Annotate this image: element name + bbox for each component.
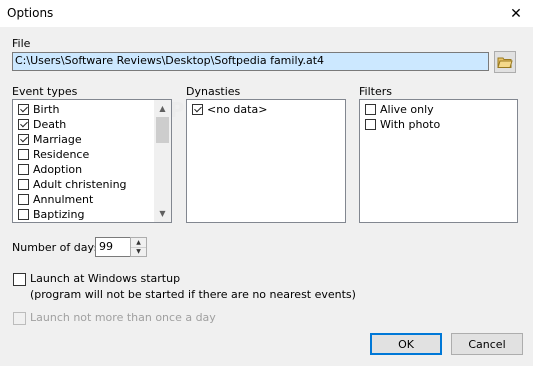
folder-open-icon [497,57,513,68]
event-type-item-label: Baptizing [33,208,85,221]
filters-label: Filters [359,85,392,98]
launch-once-a-day-label: Launch not more than once a day [30,311,216,324]
spin-down-icon[interactable]: ▼ [131,247,146,256]
scroll-up-arrow-icon[interactable]: ▲ [154,100,171,117]
event-type-item-checkbox[interactable] [18,179,29,190]
event-type-item-checkbox[interactable] [18,194,29,205]
number-of-days-label: Number of days: [12,241,104,254]
event-type-item[interactable]: Adult christening [13,177,154,192]
dynasty-item-label: <no data> [207,103,268,116]
event-type-item[interactable]: Death [13,117,154,132]
launch-at-startup-note: (program will not be started if there ar… [30,288,356,301]
event-type-item-checkbox[interactable] [18,104,29,115]
dynasty-item-checkbox[interactable] [192,104,203,115]
ok-button[interactable]: OK [370,333,442,355]
launch-at-startup-label: Launch at Windows startup [30,272,181,285]
event-type-item-label: Marriage [33,133,82,146]
launch-at-startup-checkbox[interactable]: Launch at Windows startup [13,272,413,288]
close-button[interactable]: ✕ [499,0,533,27]
launch-once-a-day-box[interactable] [13,312,26,325]
filter-item-label: With photo [380,118,441,131]
event-type-item[interactable]: Birth [13,102,154,117]
filter-item[interactable]: With photo [360,117,517,132]
event-type-item-checkbox[interactable] [18,164,29,175]
event-type-item-checkbox[interactable] [18,119,29,130]
launch-once-a-day-checkbox[interactable]: Launch not more than once a day [13,311,313,327]
event-type-item-checkbox[interactable] [18,209,29,220]
event-type-item-label: Death [33,118,67,131]
filter-item-checkbox[interactable] [365,104,376,115]
filter-item-checkbox[interactable] [365,119,376,130]
event-type-item-label: Residence [33,148,90,161]
event-type-item-label: Adult christening [33,178,127,191]
filter-item-label: Alive only [380,103,434,116]
event-type-item-checkbox[interactable] [18,134,29,145]
event-type-item-label: Adoption [33,163,83,176]
event-type-item-label: Birth [33,103,60,116]
event-types-label: Event types [12,85,78,98]
window-title: Options [7,6,54,20]
filters-list[interactable]: Alive only With photo [359,99,518,223]
event-type-item[interactable]: Marriage [13,132,154,147]
number-of-days-spinner[interactable]: ▲ ▼ [130,237,147,257]
dynasties-label: Dynasties [186,85,241,98]
event-types-list[interactable]: Birth Death Marriage Residence Adoption Adult… [12,99,172,223]
file-label: File [12,37,31,50]
cancel-button[interactable]: Cancel [451,333,523,355]
dynasty-item[interactable]: <no data> [187,102,345,117]
event-type-item-checkbox[interactable] [18,149,29,160]
event-type-item-label: Annulment [33,193,94,206]
event-type-item[interactable]: Adoption [13,162,154,177]
close-icon: ✕ [510,5,522,22]
scrollbar-thumb[interactable] [156,117,169,143]
event-types-scrollbar[interactable]: ▲ ▼ [154,100,171,222]
event-type-item[interactable]: Baptizing [13,207,154,222]
dynasties-list[interactable]: <no data> [186,99,346,223]
browse-button[interactable] [494,51,516,73]
number-of-days-input[interactable]: 99 [95,237,131,257]
filter-item[interactable]: Alive only [360,102,517,117]
event-type-item[interactable]: Annulment [13,192,154,207]
title-bar: Options ✕ [0,0,533,27]
event-type-item[interactable]: Residence [13,147,154,162]
file-path-input[interactable]: C:\Users\Software Reviews\Desktop\Softpe… [12,52,489,71]
scroll-down-arrow-icon[interactable]: ▼ [154,205,171,222]
launch-at-startup-box[interactable] [13,273,26,286]
